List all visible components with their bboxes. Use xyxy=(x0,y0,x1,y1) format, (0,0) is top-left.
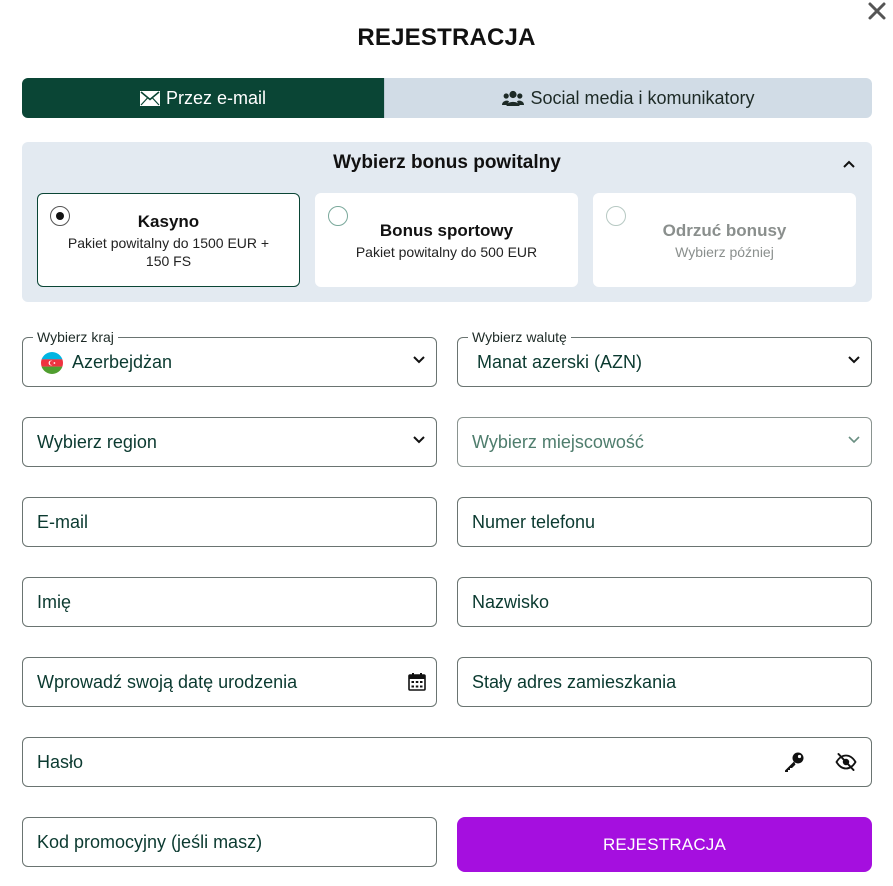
phone-field[interactable]: Numer telefonu xyxy=(457,497,872,547)
bonus-option-decline[interactable]: Odrzuć bonusy Wybierz później xyxy=(593,193,856,287)
casino-radio[interactable] xyxy=(50,206,70,226)
country-value: Azerbejdżan xyxy=(72,352,173,372)
bonus-option-subtitle: Pakiet powitalny do 1500 EUR + 150 FS xyxy=(67,235,270,269)
address-placeholder: Stały adres zamieszkania xyxy=(472,672,677,692)
promo-code-placeholder: Kod promocyjny (jeśli masz) xyxy=(37,832,263,852)
sport-radio[interactable] xyxy=(328,206,348,226)
eye-slash-icon[interactable] xyxy=(835,752,857,772)
last-name-placeholder: Nazwisko xyxy=(472,592,550,612)
chevron-down-icon xyxy=(848,356,860,364)
bonus-option-subtitle: Pakiet powitalny do 500 EUR xyxy=(355,244,538,260)
city-placeholder: Wybierz miejscowość xyxy=(472,432,644,452)
azerbaijan-flag-icon xyxy=(41,352,63,374)
tab-social-label: Social media i komunikatory xyxy=(530,87,755,108)
collapse-bonus-button[interactable] xyxy=(842,156,862,174)
currency-label: Wybierz walutę xyxy=(468,329,571,345)
bonus-option-casino[interactable]: Kasyno Pakiet powitalny do 1500 EUR + 15… xyxy=(37,193,300,287)
currency-select[interactable]: Wybierz walutę Manat azerski (AZN) xyxy=(457,329,872,387)
country-label: Wybierz kraj xyxy=(33,329,118,345)
welcome-bonus-panel: Wybierz bonus powitalny Kasyno Pakiet po… xyxy=(22,142,872,302)
tab-email[interactable]: Przez e-mail xyxy=(22,78,384,118)
close-icon xyxy=(868,2,886,20)
chevron-down-icon xyxy=(848,436,860,444)
tab-social-media[interactable]: Social media i komunikatory xyxy=(384,78,872,118)
phone-placeholder: Numer telefonu xyxy=(472,512,596,532)
register-button[interactable]: REJESTRACJA xyxy=(457,817,872,872)
bonus-option-title: Bonus sportowy xyxy=(379,221,514,240)
users-icon xyxy=(502,90,525,106)
bonus-option-sport[interactable]: Bonus sportowy Pakiet powitalny do 500 E… xyxy=(315,193,578,287)
bonus-option-title: Odrzuć bonusy xyxy=(662,221,787,240)
first-name-field[interactable]: Imię xyxy=(22,577,437,627)
last-name-field[interactable]: Nazwisko xyxy=(457,577,872,627)
first-name-placeholder: Imię xyxy=(37,592,72,612)
tab-email-label: Przez e-mail xyxy=(165,87,267,108)
city-select[interactable]: Wybierz miejscowość xyxy=(457,417,872,467)
bonus-option-title: Kasyno xyxy=(137,212,200,231)
bonus-option-subtitle: Wybierz później xyxy=(675,244,774,260)
password-placeholder: Hasło xyxy=(37,752,84,772)
calendar-icon[interactable] xyxy=(408,672,426,691)
promo-code-field[interactable]: Kod promocyjny (jeśli masz) xyxy=(22,817,437,867)
decline-radio[interactable] xyxy=(606,206,626,226)
chevron-down-icon xyxy=(413,436,425,444)
region-placeholder: Wybierz region xyxy=(37,432,157,452)
email-field[interactable]: E-mail xyxy=(22,497,437,547)
key-icon[interactable] xyxy=(783,751,805,773)
chevron-up-icon xyxy=(843,160,855,168)
region-select[interactable]: Wybierz region xyxy=(22,417,437,467)
address-field[interactable]: Stały adres zamieszkania xyxy=(457,657,872,707)
chevron-down-icon xyxy=(413,356,425,364)
bonus-heading: Wybierz bonus powitalny xyxy=(333,152,561,173)
password-field[interactable]: Hasło xyxy=(22,737,872,787)
birth-date-placeholder: Wprowadź swoją datę urodzenia xyxy=(37,672,298,692)
close-button[interactable] xyxy=(866,0,890,24)
birth-date-field[interactable]: Wprowadź swoją datę urodzenia xyxy=(22,657,437,707)
registration-method-tabs: Przez e-mail Social media i komunikatory xyxy=(22,78,872,118)
currency-value: Manat azerski (AZN) xyxy=(477,352,643,372)
page-title: REJESTRACJA xyxy=(357,24,536,51)
country-select[interactable]: Wybierz kraj Azerbejdżan xyxy=(22,329,437,387)
envelope-icon xyxy=(139,90,160,106)
email-placeholder: E-mail xyxy=(37,512,89,532)
